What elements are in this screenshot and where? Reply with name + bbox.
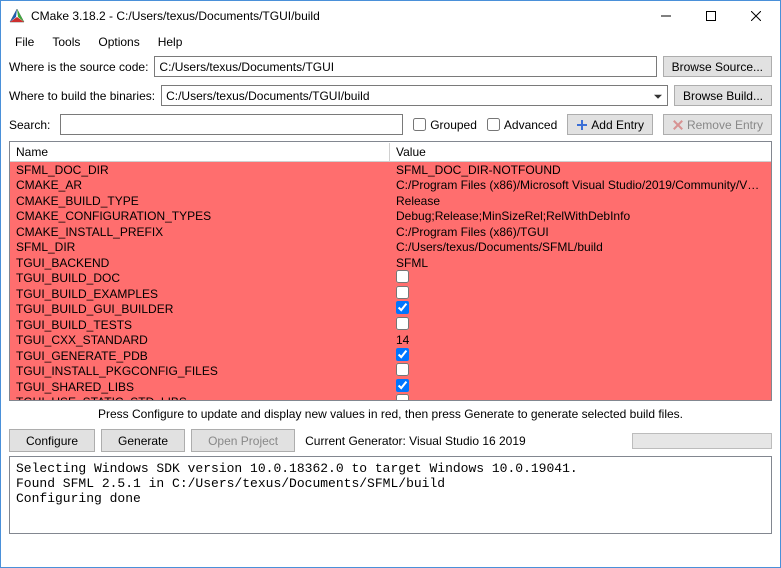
entry-value[interactable]: SFML_DOC_DIR-NOTFOUND <box>390 163 771 177</box>
entry-value[interactable] <box>390 379 771 395</box>
entry-value[interactable]: C:/Program Files (x86)/Microsoft Visual … <box>390 178 771 192</box>
column-name[interactable]: Name <box>10 143 390 161</box>
browse-build-button[interactable]: Browse Build... <box>674 85 772 106</box>
table-row[interactable]: CMAKE_BUILD_TYPERelease <box>10 193 771 209</box>
grouped-checkbox[interactable]: Grouped <box>413 118 477 132</box>
entry-checkbox[interactable] <box>396 363 409 376</box>
menu-options[interactable]: Options <box>90 33 147 51</box>
entry-value[interactable]: Debug;Release;MinSizeRel;RelWithDebInfo <box>390 209 771 223</box>
entry-name: CMAKE_INSTALL_PREFIX <box>10 225 390 239</box>
search-input[interactable] <box>60 114 403 135</box>
entry-checkbox[interactable] <box>396 270 409 283</box>
entry-name: SFML_DIR <box>10 240 390 254</box>
plus-icon <box>576 119 588 131</box>
add-entry-button[interactable]: Add Entry <box>567 114 653 135</box>
entry-name: TGUI_SHARED_LIBS <box>10 380 390 394</box>
entry-name: SFML_DOC_DIR <box>10 163 390 177</box>
grouped-check-icon[interactable] <box>413 118 426 131</box>
entry-value[interactable] <box>390 317 771 333</box>
current-generator-label: Current Generator: Visual Studio 16 2019 <box>305 434 526 448</box>
entry-value[interactable]: C:/Users/texus/Documents/SFML/build <box>390 240 771 254</box>
search-label: Search: <box>9 118 50 132</box>
maximize-button[interactable] <box>688 2 733 30</box>
table-row[interactable]: SFML_DIRC:/Users/texus/Documents/SFML/bu… <box>10 240 771 256</box>
build-input[interactable] <box>161 85 668 106</box>
cache-table: Name Value SFML_DOC_DIRSFML_DOC_DIR-NOTF… <box>9 141 772 401</box>
entry-name: CMAKE_BUILD_TYPE <box>10 194 390 208</box>
browse-source-button[interactable]: Browse Source... <box>663 56 772 77</box>
menu-help[interactable]: Help <box>150 33 191 51</box>
entry-value[interactable]: Release <box>390 194 771 208</box>
entry-value[interactable] <box>390 286 771 302</box>
entry-name: TGUI_GENERATE_PDB <box>10 349 390 363</box>
hint-text: Press Configure to update and display ne… <box>1 401 780 427</box>
output-log[interactable]: Selecting Windows SDK version 10.0.18362… <box>9 456 772 534</box>
entry-value[interactable]: 14 <box>390 333 771 347</box>
table-row[interactable]: TGUI_SHARED_LIBS <box>10 379 771 395</box>
entry-name: CMAKE_AR <box>10 178 390 192</box>
binaries-label: Where to build the binaries: <box>9 89 155 103</box>
table-row[interactable]: CMAKE_ARC:/Program Files (x86)/Microsoft… <box>10 178 771 194</box>
source-input[interactable] <box>154 56 656 77</box>
table-row[interactable]: TGUI_BUILD_DOC <box>10 271 771 287</box>
entry-name: TGUI_BACKEND <box>10 256 390 270</box>
entry-value[interactable] <box>390 348 771 364</box>
entry-name: TGUI_USE_STATIC_STD_LIBS <box>10 395 390 400</box>
table-row[interactable]: TGUI_BUILD_EXAMPLES <box>10 286 771 302</box>
menu-file[interactable]: File <box>7 33 42 51</box>
entry-name: CMAKE_CONFIGURATION_TYPES <box>10 209 390 223</box>
entry-value[interactable] <box>390 270 771 286</box>
entry-value[interactable] <box>390 301 771 317</box>
entry-name: TGUI_CXX_STANDARD <box>10 333 390 347</box>
entry-checkbox[interactable] <box>396 394 409 400</box>
entry-name: TGUI_BUILD_TESTS <box>10 318 390 332</box>
table-row[interactable]: TGUI_INSTALL_PKGCONFIG_FILES <box>10 364 771 380</box>
table-row[interactable]: TGUI_GENERATE_PDB <box>10 348 771 364</box>
source-label: Where is the source code: <box>9 60 148 74</box>
close-button[interactable] <box>733 2 778 30</box>
menu-tools[interactable]: Tools <box>44 33 88 51</box>
entry-value[interactable] <box>390 363 771 379</box>
progress-bar <box>632 433 772 449</box>
entry-checkbox[interactable] <box>396 317 409 330</box>
entry-name: TGUI_INSTALL_PKGCONFIG_FILES <box>10 364 390 378</box>
entry-checkbox[interactable] <box>396 301 409 314</box>
column-value[interactable]: Value <box>390 143 771 161</box>
menubar: File Tools Options Help <box>1 31 780 52</box>
table-row[interactable]: TGUI_BUILD_GUI_BUILDER <box>10 302 771 318</box>
entry-value[interactable]: C:/Program Files (x86)/TGUI <box>390 225 771 239</box>
entry-name: TGUI_BUILD_EXAMPLES <box>10 287 390 301</box>
entry-checkbox[interactable] <box>396 286 409 299</box>
configure-button[interactable]: Configure <box>9 429 95 452</box>
table-row[interactable]: CMAKE_CONFIGURATION_TYPESDebug;Release;M… <box>10 209 771 225</box>
generate-button[interactable]: Generate <box>101 429 185 452</box>
open-project-button: Open Project <box>191 429 295 452</box>
entry-value[interactable]: SFML <box>390 256 771 270</box>
remove-entry-button: Remove Entry <box>663 114 772 135</box>
entry-name: TGUI_BUILD_DOC <box>10 271 390 285</box>
minimize-button[interactable] <box>643 2 688 30</box>
window-title: CMake 3.18.2 - C:/Users/texus/Documents/… <box>31 9 643 23</box>
entry-checkbox[interactable] <box>396 379 409 392</box>
titlebar: CMake 3.18.2 - C:/Users/texus/Documents/… <box>1 1 780 31</box>
table-row[interactable]: TGUI_BUILD_TESTS <box>10 317 771 333</box>
table-row[interactable]: TGUI_BACKENDSFML <box>10 255 771 271</box>
x-icon <box>672 119 684 131</box>
advanced-checkbox[interactable]: Advanced <box>487 118 557 132</box>
entry-name: TGUI_BUILD_GUI_BUILDER <box>10 302 390 316</box>
entry-value[interactable] <box>390 394 771 400</box>
table-row[interactable]: SFML_DOC_DIRSFML_DOC_DIR-NOTFOUND <box>10 162 771 178</box>
table-row[interactable]: TGUI_USE_STATIC_STD_LIBS <box>10 395 771 401</box>
table-row[interactable]: TGUI_CXX_STANDARD14 <box>10 333 771 349</box>
advanced-check-icon[interactable] <box>487 118 500 131</box>
entry-checkbox[interactable] <box>396 348 409 361</box>
cmake-logo-icon <box>9 8 25 24</box>
table-row[interactable]: CMAKE_INSTALL_PREFIXC:/Program Files (x8… <box>10 224 771 240</box>
